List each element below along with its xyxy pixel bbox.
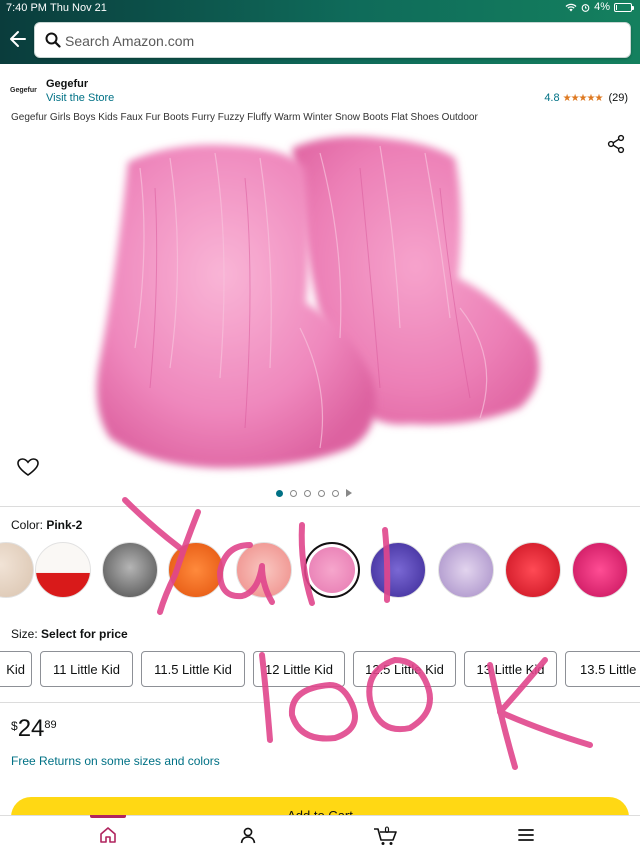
swatch-red[interactable]	[505, 542, 561, 598]
divider	[0, 506, 640, 507]
nav-account[interactable]	[208, 816, 288, 853]
pager-dot[interactable]	[318, 489, 325, 497]
cart-count: 0	[384, 825, 389, 835]
swatch-pink-2[interactable]	[304, 542, 360, 598]
size-label-prefix: Size:	[11, 627, 42, 641]
back-arrow-icon[interactable]	[8, 28, 28, 50]
color-label: Color: Pink-2	[11, 518, 82, 532]
rating-summary[interactable]: 4.8 ★★★★★ (29)	[544, 92, 628, 104]
account-icon	[240, 827, 256, 844]
share-icon[interactable]	[606, 134, 626, 154]
swatch-lilac[interactable]	[438, 542, 494, 598]
size-option[interactable]: 12.5 Little Kid	[353, 651, 456, 687]
search-icon	[45, 32, 61, 48]
status-date: Thu Nov 21	[50, 2, 107, 14]
price-currency: $	[11, 719, 18, 733]
home-icon	[100, 827, 116, 843]
swatch-white-red[interactable]	[35, 542, 91, 598]
swatch-orange[interactable]	[168, 542, 224, 598]
swatch-magenta[interactable]	[572, 542, 628, 598]
product-title: Gegefur Girls Boys Kids Faux Fur Boots F…	[11, 112, 478, 123]
video-play-icon[interactable]	[346, 489, 352, 497]
size-option[interactable]: 13 Little Kid	[464, 651, 557, 687]
rating-stars-icon: ★★★★★	[562, 92, 604, 104]
size-option[interactable]: 11 Little Kid	[40, 651, 133, 687]
brand-name[interactable]: Gegefur	[46, 78, 88, 90]
search-input[interactable]	[65, 29, 605, 53]
status-right: 4%	[565, 1, 634, 13]
size-option[interactable]: 13.5 Little Kid	[565, 651, 640, 687]
status-bar: 7:40 PM Thu Nov 21 4%	[0, 0, 640, 16]
cart-icon: 0	[374, 825, 397, 845]
size-label: Size: Select for price	[11, 627, 128, 641]
size-select-prompt: Select for price	[41, 627, 128, 641]
price-fraction: 89	[44, 719, 57, 731]
status-time: 7:40 PM	[6, 2, 47, 14]
product-page: 7:40 PM Thu Nov 21 4% Gegefur Gegefur Vi…	[0, 0, 640, 853]
wifi-icon	[565, 3, 577, 11]
pager-dot[interactable]	[276, 489, 283, 497]
fur-boots-image	[96, 136, 540, 468]
alarm-icon	[581, 3, 590, 12]
nav-menu[interactable]	[486, 816, 566, 853]
rating-value: 4.8	[544, 92, 560, 104]
nav-home[interactable]	[68, 815, 148, 853]
rating-count: (29)	[608, 92, 628, 104]
heart-icon[interactable]	[16, 456, 40, 478]
swatch-purple[interactable]	[370, 542, 426, 598]
pager-dot[interactable]	[290, 489, 297, 497]
swatch-grey[interactable]	[102, 542, 158, 598]
pager-dot[interactable]	[304, 489, 311, 497]
price: $ 24 89	[11, 716, 57, 742]
battery-icon	[614, 2, 634, 12]
color-swatches	[0, 542, 640, 600]
size-option[interactable]: 11.5 Little Kid	[141, 651, 245, 687]
bottom-nav: 0	[0, 815, 640, 853]
visit-store-link[interactable]: Visit the Store	[46, 92, 114, 104]
product-image[interactable]	[0, 128, 640, 484]
app-header: 7:40 PM Thu Nov 21 4%	[0, 0, 640, 64]
brand-logo[interactable]: Gegefur	[10, 80, 40, 100]
size-options: Kid 11 Little Kid 11.5 Little Kid 12 Lit…	[0, 651, 640, 689]
price-whole: 24	[17, 715, 45, 742]
swatch-beige[interactable]	[0, 542, 34, 598]
pager-dot[interactable]	[332, 489, 339, 497]
size-option[interactable]: 12 Little Kid	[253, 651, 345, 687]
search-bar[interactable]	[34, 22, 631, 58]
nav-cart[interactable]: 0	[346, 816, 426, 853]
image-pager[interactable]	[276, 489, 352, 497]
battery-percent: 4%	[594, 1, 610, 13]
selected-color: Pink-2	[46, 518, 83, 532]
color-label-prefix: Color:	[11, 518, 47, 532]
divider	[0, 702, 640, 703]
size-option[interactable]: Kid	[0, 651, 32, 687]
swatch-peach[interactable]	[236, 542, 292, 598]
menu-icon	[518, 829, 534, 841]
free-returns-link[interactable]: Free Returns on some sizes and colors	[11, 754, 220, 768]
